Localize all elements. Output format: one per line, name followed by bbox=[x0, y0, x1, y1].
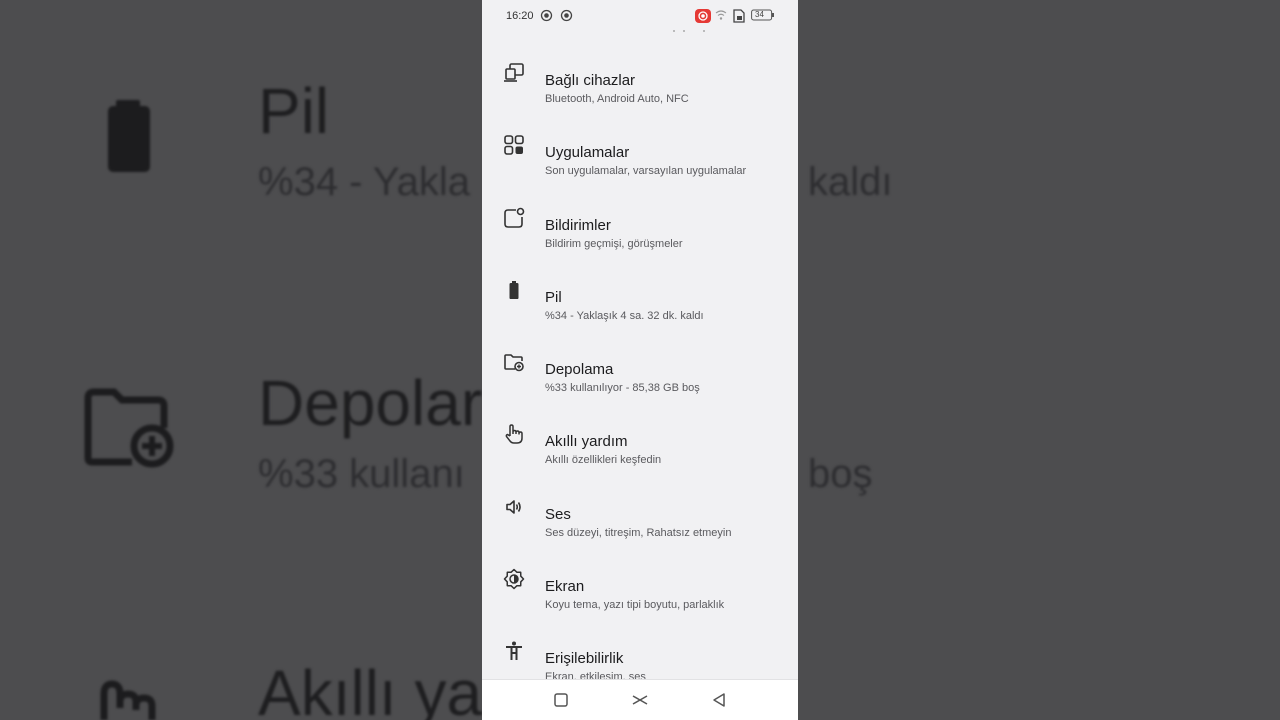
bg-title-smart-help: Akıllı ya bbox=[258, 657, 483, 720]
brightness-icon bbox=[503, 568, 525, 590]
settings-list: Bağlı cihazlar Bluetooth, Android Auto, … bbox=[482, 45, 798, 696]
setting-subtitle: Bildirim geçmişi, görüşmeler bbox=[545, 237, 683, 250]
setting-title: Akıllı yardım bbox=[545, 433, 628, 451]
recording-icon bbox=[695, 9, 711, 23]
setting-subtitle: Ses düzeyi, titreşim, Rahatsız etmeyin bbox=[545, 526, 732, 539]
setting-notifications[interactable]: Bildirimler Bildirim geçmişi, görüşmeler bbox=[482, 190, 798, 262]
battery-icon bbox=[509, 280, 519, 299]
apps-icon bbox=[504, 135, 524, 156]
storage-folder-icon bbox=[504, 354, 524, 372]
scroll-indicator bbox=[673, 30, 705, 32]
status-bar: 16:20 34 bbox=[482, 0, 798, 34]
setting-title: Depolama bbox=[545, 361, 614, 379]
setting-connected-devices[interactable]: Bağlı cihazlar Bluetooth, Android Auto, … bbox=[482, 45, 798, 117]
setting-battery[interactable]: Pil %34 - Yaklaşık 4 sa. 32 dk. kaldı bbox=[482, 262, 798, 334]
setting-subtitle: Son uygulamalar, varsayılan uygulamalar bbox=[545, 165, 747, 178]
recents-square-icon[interactable] bbox=[552, 691, 570, 709]
bg-subtitle-battery-left: %34 - Yakla bbox=[258, 160, 470, 204]
navigation-bar bbox=[482, 679, 798, 720]
status-time: 16:20 bbox=[506, 10, 534, 22]
bg-title-battery: Pil bbox=[258, 75, 330, 147]
notifications-icon bbox=[504, 207, 525, 228]
setting-sound[interactable]: Ses Ses düzeyi, titreşim, Rahatsız etmey… bbox=[482, 479, 798, 551]
back-triangle-icon[interactable] bbox=[710, 691, 728, 709]
setting-storage[interactable]: Depolama %33 kullanılıyor - 85,38 GB boş bbox=[482, 334, 798, 406]
storage-folder-icon bbox=[84, 388, 174, 468]
setting-title: Ekran bbox=[545, 578, 585, 596]
screen-record-icon bbox=[560, 9, 573, 22]
setting-display[interactable]: Ekran Koyu tema, yazı tipi boyutu, parla… bbox=[482, 551, 798, 623]
volume-icon bbox=[506, 499, 521, 514]
bg-subtitle-battery-right: kaldı bbox=[808, 160, 893, 204]
battery-percent: 34 bbox=[755, 10, 764, 19]
home-chevron-icon[interactable] bbox=[631, 691, 649, 709]
wifi-icon bbox=[715, 10, 727, 20]
phone-screen: 16:20 34 Bağlı cihazlar Bluetooth, Andro… bbox=[482, 0, 798, 720]
bg-title-storage: Depolar bbox=[258, 367, 483, 439]
setting-apps[interactable]: Uygulamalar Son uygulamalar, varsayılan … bbox=[482, 117, 798, 189]
setting-subtitle: Koyu tema, yazı tipi boyutu, parlaklık bbox=[545, 599, 725, 612]
setting-title: Erişilebilirlik bbox=[545, 650, 624, 668]
hand-gesture-icon bbox=[100, 680, 156, 720]
connected-devices-icon bbox=[504, 63, 524, 82]
setting-title: Bağlı cihazlar bbox=[545, 72, 636, 89]
sim-icon bbox=[733, 9, 745, 23]
setting-subtitle: Bluetooth, Android Auto, NFC bbox=[545, 93, 689, 105]
setting-title: Pil bbox=[545, 288, 562, 306]
hand-gesture-icon bbox=[505, 424, 523, 445]
setting-title: Ses bbox=[545, 505, 571, 523]
battery-icon bbox=[108, 100, 150, 172]
setting-smart-help[interactable]: Akıllı yardım Akıllı özellikleri keşfedi… bbox=[482, 406, 798, 478]
setting-title: Uygulamalar bbox=[545, 144, 630, 162]
screen-record-icon bbox=[540, 9, 553, 22]
setting-subtitle: Akıllı özellikleri keşfedin bbox=[545, 454, 662, 467]
setting-subtitle: %33 kullanılıyor - 85,38 GB boş bbox=[545, 382, 700, 395]
setting-title: Bildirimler bbox=[545, 216, 611, 234]
accessibility-icon bbox=[506, 641, 522, 661]
bg-subtitle-storage-right: boş bbox=[808, 452, 873, 496]
setting-subtitle: %34 - Yaklaşık 4 sa. 32 dk. kaldı bbox=[545, 309, 704, 322]
bg-subtitle-storage-left: %33 kullanı bbox=[258, 452, 465, 496]
